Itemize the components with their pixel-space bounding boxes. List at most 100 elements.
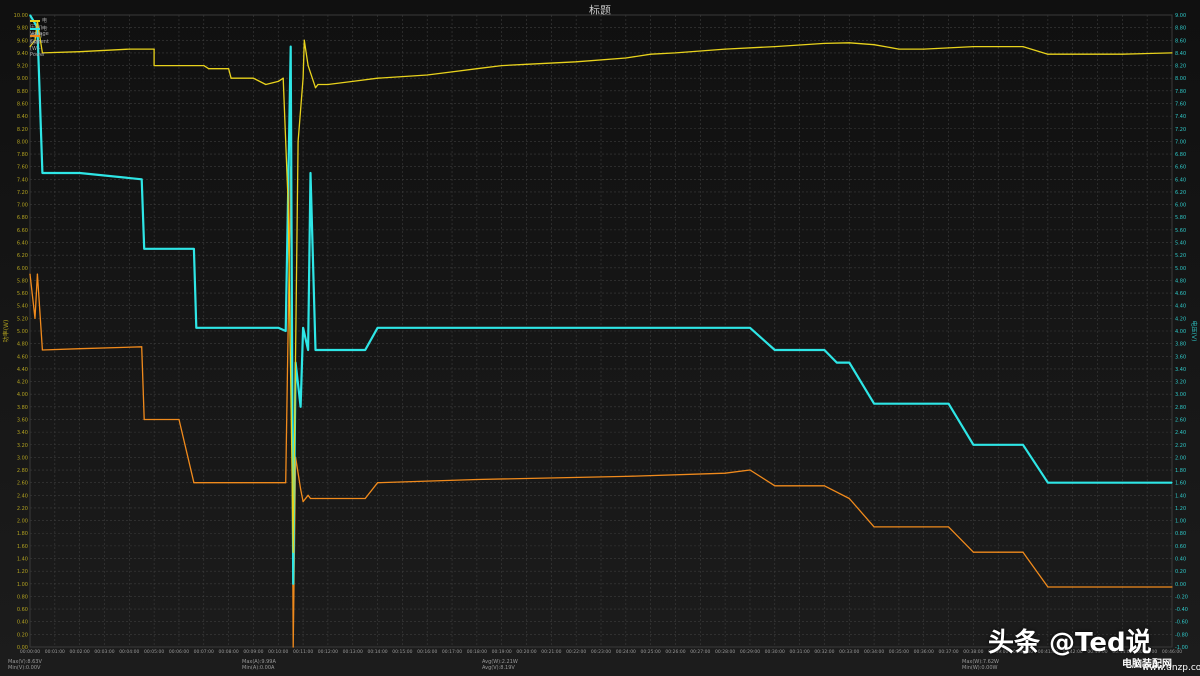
footer-stat-block: Max(W):7.62W Min(W):0.00W [962,659,999,671]
series-point [1047,586,1049,588]
series-point [292,646,294,648]
series-point [749,469,751,471]
series-point [314,87,317,89]
footer-stat-block: Max(A):9.99A Min(A):0.00A [242,659,276,671]
x-tick-label: 00:34:00 [864,649,884,655]
series-point [141,178,143,180]
series-point [1022,551,1024,553]
y-right-tick-label: 8.00 [1175,76,1186,82]
y-left-tick-label: 9.60 [17,38,28,44]
x-tick-label: 00:28:00 [715,649,735,655]
y-right-tick-label: 4.60 [1175,291,1186,297]
x-tick-label: 00:10:00 [268,649,288,655]
legend-swatch [30,27,40,30]
y-right-tick-label: -0.60 [1175,620,1188,626]
series-point [252,77,255,79]
x-tick-label: 00:18:00 [467,649,487,655]
series-point [476,327,478,329]
series-point [317,83,319,86]
series-point [302,327,304,329]
series-point [317,497,319,500]
series-point [352,80,354,82]
series-point [848,497,850,500]
series-point [203,64,205,67]
series-point [153,48,155,50]
series-point [195,482,197,484]
series-point [1121,482,1123,484]
series-point [1121,53,1123,55]
series-point [265,83,267,86]
series-point [823,42,826,45]
y-right-tick-label: 1.00 [1175,519,1186,525]
y-left-tick-label: 3.00 [17,455,28,461]
series-point [300,406,302,408]
y-right-tick-label: 8.40 [1175,51,1186,57]
series-point [252,327,255,329]
series-point [724,327,726,329]
series-point [1022,444,1024,446]
series-point [240,327,242,329]
series-point [1047,482,1049,484]
watermark: 头条 @Ted说 [988,628,1152,658]
series-point [724,48,726,50]
watermark-url-visible: www.dnzp.com [1142,663,1200,673]
x-tick-label: 00:04:00 [119,649,139,655]
series-point [836,362,838,364]
series-point [193,248,195,250]
legend-item-power: 功率(W)-Power [30,33,45,58]
y-right-tick-label: 6.00 [1175,203,1186,209]
x-tick-label: 00:17:00 [442,649,462,655]
y-left-tick-label: 2.80 [17,468,28,474]
series-point [848,42,850,44]
y-left-tick-label: 8.60 [17,101,28,107]
series-point [525,63,528,65]
y-right-tick-label: 3.00 [1175,392,1186,398]
series-point [282,77,284,79]
series-point [625,57,627,59]
series-point [873,526,875,528]
series-point [674,52,677,54]
series-point [898,48,900,50]
series-point [364,497,366,500]
series-point [823,349,826,351]
footer-stat-line: Min(V):0.00V [8,665,41,671]
y-right-tick-label: -0.20 [1175,594,1188,600]
x-tick-label: 00:20:00 [516,649,536,655]
series-point [1072,482,1074,484]
y-left-tick-label: 4.20 [17,380,28,386]
series-point [997,551,999,553]
y-left-tick-label: 0.20 [17,632,28,638]
legend-swatch [30,34,40,37]
x-tick-label: 00:36:00 [914,649,934,655]
y-left-tick-label: 8.80 [17,89,28,95]
y-left-tick-label: 2.00 [17,519,28,525]
x-tick-label: 00:35:00 [889,649,909,655]
y-right-tick-label: 5.80 [1175,215,1186,221]
series-point [79,51,81,53]
footer-stat-line: Min(A):0.00A [242,665,275,671]
series-point [650,53,652,55]
x-tick-label: 00:00:00 [20,649,40,655]
series-point [208,68,210,70]
x-tick-label: 00:08:00 [218,649,238,655]
y-right-tick-label: 8.60 [1175,38,1186,44]
y-left-tick-label: 8.40 [17,114,28,120]
x-tick-label: 00:15:00 [392,649,412,655]
y-right-tick-label: 1.40 [1175,493,1186,499]
series-point [230,77,232,79]
series-point [153,248,155,250]
series-point [791,349,793,351]
y-left-tick-label: 6.80 [17,215,28,221]
series-point [749,327,751,329]
series-point [923,48,925,50]
series-point [327,83,329,86]
y-left-tick-label: 1.80 [17,531,28,537]
y-right-tick-label: 5.00 [1175,266,1186,272]
y-right-tick-label: 6.60 [1175,165,1186,171]
series-point [923,526,925,528]
y-left-tick-label: 9.80 [17,26,28,32]
series-point [302,501,304,503]
series-point [322,497,324,500]
y-left-tick-label: 6.60 [17,228,28,234]
y-right-tick-label: -0.40 [1175,607,1188,613]
